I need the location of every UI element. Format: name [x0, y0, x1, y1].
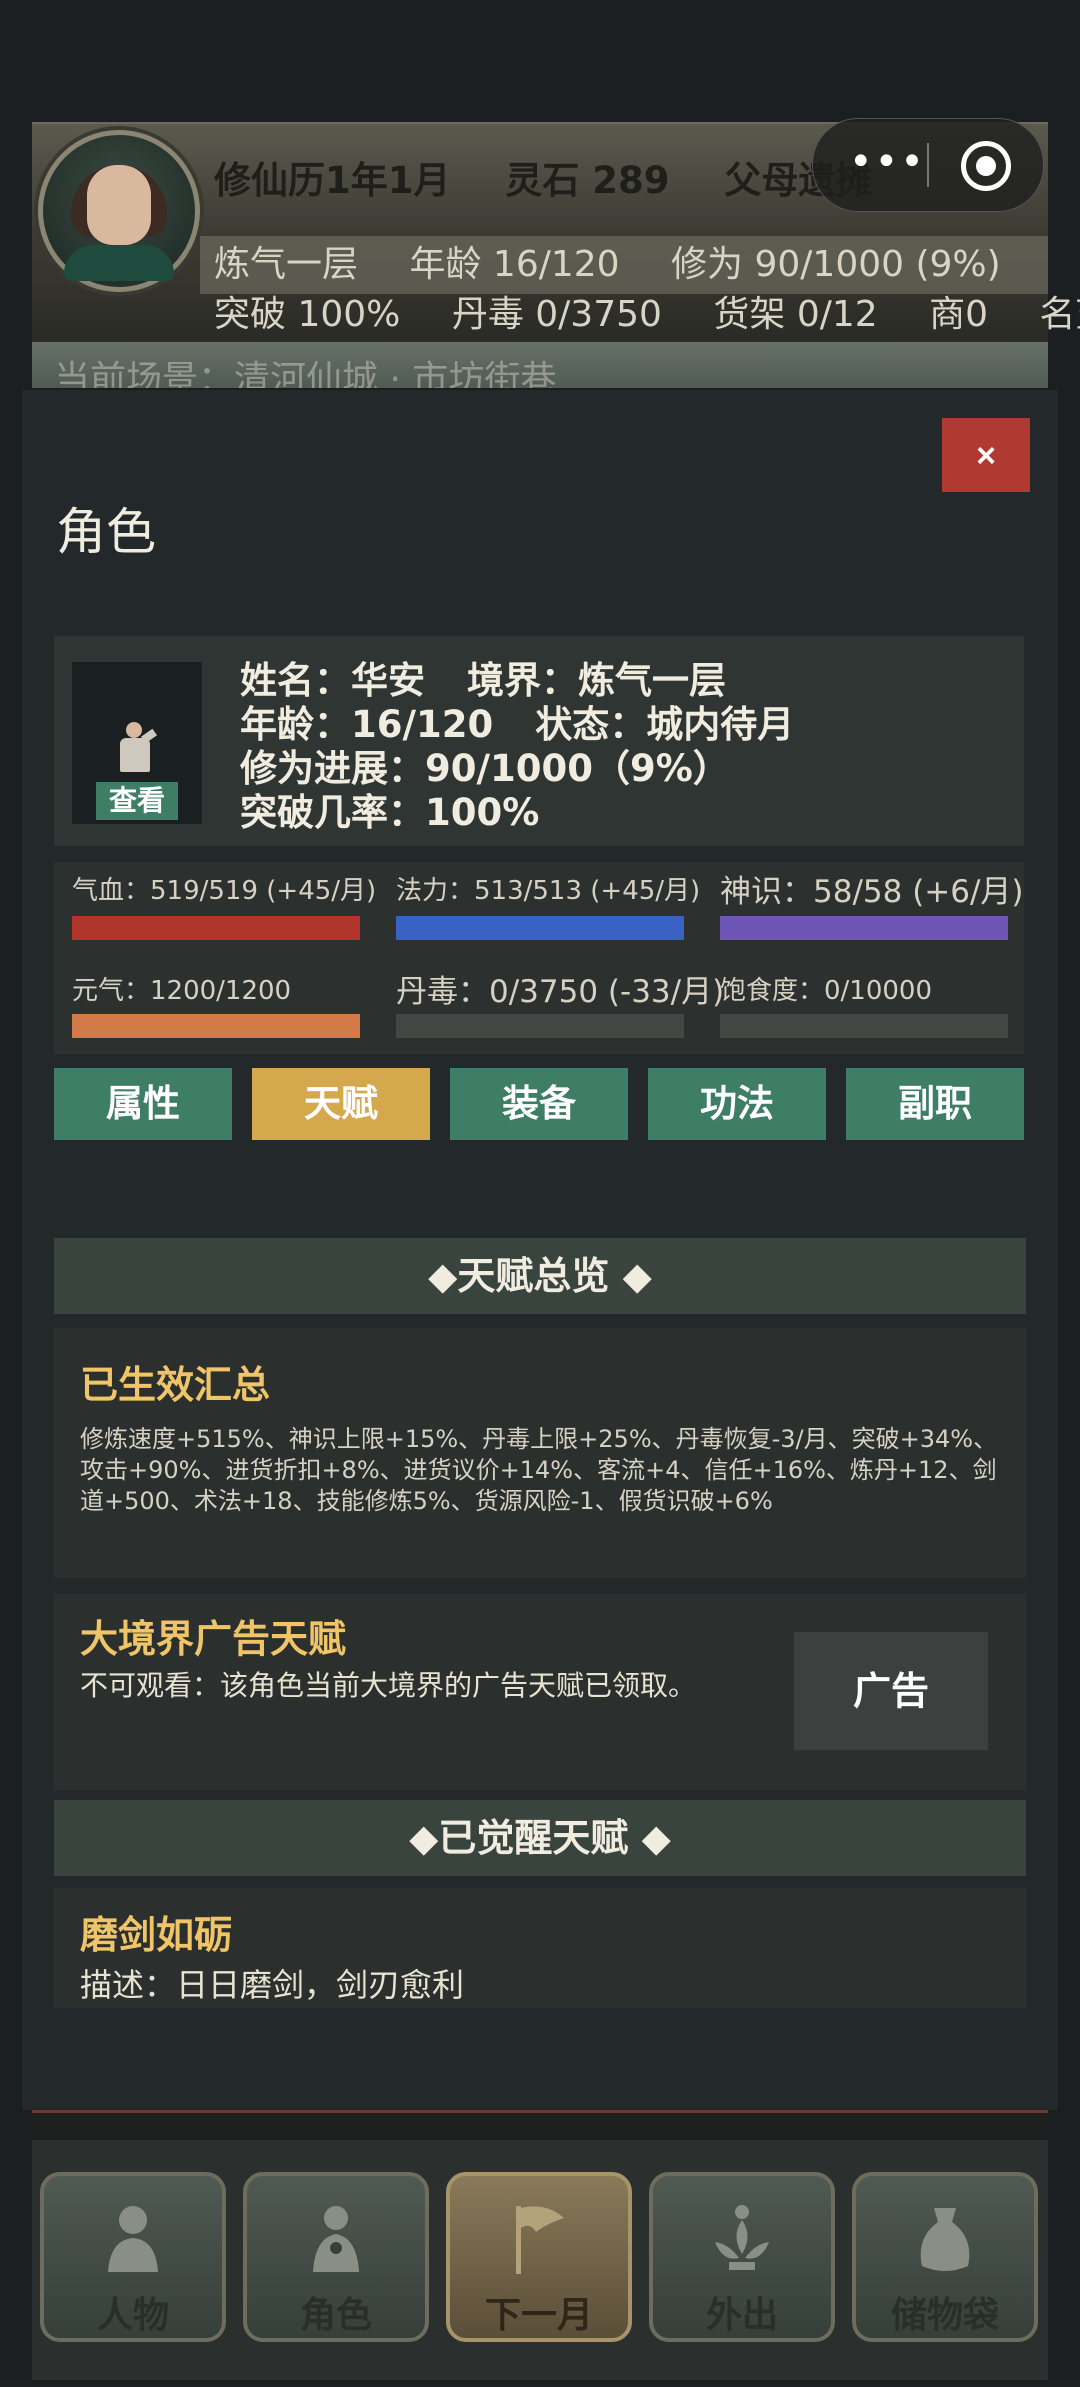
breakthrough-chance: 突破几率：100% [240, 791, 540, 834]
header-row-2: 炼气一层 年龄 16/120 修为 90/1000 (9%) [200, 236, 1048, 294]
character-icon [313, 2206, 359, 2272]
bottom-info-strip [32, 2110, 1048, 2143]
summary-title: 已生效汇总 [80, 1363, 271, 1407]
flag-icon [516, 2206, 564, 2274]
satiety-label: 饱食度：0/10000 [720, 976, 933, 1006]
player-avatar[interactable] [38, 130, 200, 292]
ad-button[interactable]: 广告 [794, 1632, 988, 1750]
nav-person-button[interactable]: 人物 [40, 2172, 226, 2342]
mana-label: 法力：513/513 (+45/月) [396, 876, 701, 906]
satiety-bar [720, 1014, 1008, 1038]
nav-label: 人物 [96, 2295, 169, 2336]
fame-text: 名望 [1039, 294, 1080, 335]
nav-outing-button[interactable]: 外出 [649, 2172, 835, 2342]
talent-item: 磨剑如砺 描述：日日磨剑，剑刃愈利 [54, 1888, 1026, 2008]
summary-text: 修炼速度+515%、神识上限+15%、丹毒上限+25%、丹毒恢复-3/月、突破+… [80, 1425, 998, 1515]
bag-icon [920, 2208, 970, 2271]
miniprogram-capsule: ••• [812, 118, 1044, 212]
nav-label: 外出 [705, 2295, 778, 2336]
realm-text: 炼气一层 [214, 244, 359, 285]
breakthrough-text: 突破 100% [214, 294, 401, 335]
vitality-bar [72, 1014, 360, 1038]
view-button[interactable]: 查看 [96, 782, 178, 820]
ad-talent-text: 不可观看：该角色当前大境界的广告天赋已领取。 [80, 1669, 697, 1702]
mana-bar [396, 916, 684, 940]
sword-figure-icon [114, 722, 158, 782]
lotus-icon [715, 2205, 769, 2270]
tab-attributes[interactable]: 属性 [54, 1068, 232, 1140]
calendar-date: 修仙历1年1月 [214, 159, 451, 202]
nav-storage-bag-button[interactable]: 储物袋 [852, 2172, 1038, 2342]
cultivation-text: 修为 90/1000 (9%) [671, 244, 1001, 285]
age-text: 年龄 16/120 [409, 244, 620, 285]
tab-side-jobs[interactable]: 副职 [846, 1068, 1024, 1140]
nav-character-button[interactable]: 角色 [243, 2172, 429, 2342]
merchant-text: 商0 [929, 294, 989, 335]
toxicity-bar [396, 1014, 684, 1038]
nav-label: 角色 [299, 2295, 372, 2336]
tab-equipment[interactable]: 装备 [450, 1068, 628, 1140]
ad-talent-title: 大境界广告天赋 [80, 1617, 347, 1661]
awakened-talents-header: ◆已觉醒天赋 ◆ [54, 1800, 1026, 1876]
hp-label: 气血：519/519 (+45/月) [72, 876, 377, 906]
close-miniprogram-icon[interactable] [961, 141, 1011, 191]
talent-name: 磨剑如砺 [80, 1913, 233, 1957]
talent-description: 描述：日日磨剑，剑刃愈利 [80, 1966, 465, 2004]
vitality-label: 元气：1200/1200 [72, 976, 292, 1006]
header-row-1: 修仙历1年1月 灵石 289 父母遗摊 [214, 150, 914, 204]
tab-talents[interactable]: 天赋 [252, 1068, 430, 1140]
tab-techniques[interactable]: 功法 [648, 1068, 826, 1140]
more-icon[interactable]: ••• [849, 142, 926, 182]
talent-overview-header: ◆天赋总览 ◆ [54, 1238, 1026, 1314]
modal-title: 角色 [56, 503, 156, 561]
spirit-label: 神识：58/58 (+6/月) [720, 874, 1024, 910]
spirit-bar [720, 916, 1008, 940]
nav-label: 储物袋 [890, 2295, 999, 2336]
nav-label: 下一月 [484, 2295, 593, 2336]
toxicity-label: 丹毒：0/3750 (-33/月) [396, 974, 725, 1010]
header-row-3: 突破 100% 丹毒 0/3750 货架 0/12 商0 名望 [214, 290, 1080, 340]
spirit-stone-count: 灵石 289 [505, 159, 670, 202]
toxicity-text: 丹毒 0/3750 [451, 294, 662, 335]
close-button[interactable]: × [942, 418, 1030, 492]
nav-next-month-button[interactable]: 下一月 [446, 2172, 632, 2342]
person-icon [108, 2206, 158, 2272]
hp-bar [72, 916, 360, 940]
shelf-text: 货架 0/12 [713, 294, 878, 335]
